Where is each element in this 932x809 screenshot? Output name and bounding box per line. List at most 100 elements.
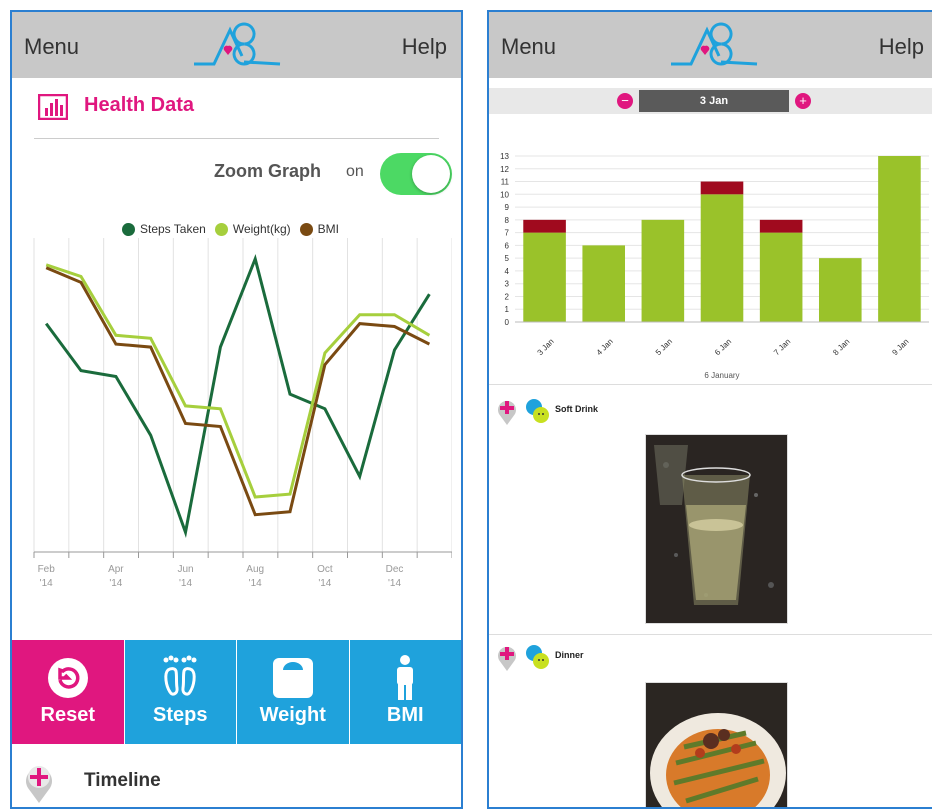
add-pin-icon — [26, 766, 52, 803]
y-tick-label: 5 — [505, 254, 510, 263]
menu-button[interactable]: Menu — [24, 34, 79, 60]
bar — [759, 232, 803, 322]
timeline-label: Timeline — [84, 770, 161, 791]
scale-icon — [272, 658, 313, 698]
divider — [489, 634, 932, 635]
x-tick-label: '14 — [318, 578, 331, 589]
add-pin-icon — [498, 646, 516, 671]
x-tick-label: Jun — [177, 564, 193, 575]
x-tick-label: '14 — [249, 578, 262, 589]
health-line-chart[interactable]: Feb '14 Apr '14 Jun '14 Aug '14 Oct '14 Dec '14 — [22, 238, 452, 602]
footprints-icon — [163, 655, 197, 696]
menu-button[interactable]: Menu — [501, 34, 556, 60]
mood-icon — [526, 399, 549, 423]
x-tick-label: '14 — [388, 578, 401, 589]
x-tick-label: '14 — [109, 578, 122, 589]
metric-button-bar: Reset Steps Weight BMI — [12, 640, 461, 744]
bar-overflow — [759, 219, 803, 233]
y-tick-label: 4 — [505, 267, 510, 276]
x-tick-label: 7 Jan — [772, 337, 792, 357]
divider — [489, 384, 932, 385]
legend-item-weight[interactable]: Weight(kg) — [214, 222, 291, 236]
date-navigator: − 3 Jan + — [489, 88, 932, 114]
add-pin-icon — [498, 400, 516, 425]
entry-label: Soft Drink — [555, 404, 599, 414]
bmi-button[interactable]: BMI — [349, 640, 461, 744]
chart-legend: Steps Taken Weight(kg) BMI — [122, 222, 348, 236]
left-phone-screen: Menu Help Health Data Zoom Graph on Step… — [10, 10, 463, 809]
x-tick-label: 3 Jan — [536, 337, 556, 357]
steps-label: Steps — [153, 704, 208, 726]
x-tick-label: Dec — [386, 564, 404, 575]
bar-overflow — [523, 219, 566, 233]
bmi-label: BMI — [386, 704, 424, 726]
x-tick-label: '14 — [40, 578, 53, 589]
x-tick-label: 6 Jan — [713, 337, 733, 357]
entry-label: Dinner — [555, 650, 584, 660]
weight-label: Weight — [259, 704, 326, 726]
mood-icon — [526, 645, 549, 669]
help-button[interactable]: Help — [879, 34, 924, 60]
timeline-row[interactable]: Timeline — [12, 744, 461, 807]
bar — [818, 258, 862, 322]
y-tick-label: 6 — [505, 241, 510, 250]
reset-icon — [47, 658, 88, 698]
bar — [582, 245, 626, 322]
divider — [34, 138, 439, 139]
y-tick-label: 7 — [505, 229, 510, 238]
next-date-button[interactable]: + — [795, 93, 811, 109]
y-tick-label: 2 — [505, 292, 510, 301]
toggle-knob — [412, 155, 450, 193]
x-tick-label: 4 Jan — [595, 337, 615, 357]
prev-date-button[interactable]: − — [617, 93, 633, 109]
x-tick-label: Apr — [108, 564, 124, 575]
legend-label: Weight(kg) — [232, 222, 291, 236]
legend-dot — [299, 222, 313, 236]
reset-label: Reset — [40, 704, 95, 726]
y-tick-label: 1 — [505, 305, 510, 314]
legend-dot — [122, 222, 135, 236]
weight-button[interactable]: Weight — [237, 640, 350, 744]
x-tick-label: '14 — [179, 578, 192, 589]
dinner-photo[interactable] — [645, 682, 788, 807]
legend-item-bmi[interactable]: BMI — [299, 222, 339, 236]
legend-label: BMI — [317, 222, 339, 236]
y-tick-label: 11 — [501, 178, 510, 187]
current-date: 3 Jan — [639, 90, 789, 112]
daily-bar-chart[interactable]: 0123456789101112133 Jan 4 Jan 5 Jan 6 Jan 7 … — [489, 132, 932, 382]
bar-chart-icon — [38, 94, 68, 120]
app-logo — [193, 22, 280, 66]
bar — [641, 219, 685, 322]
bar — [523, 232, 566, 322]
bar-overflow — [700, 181, 744, 195]
zoom-graph-toggle[interactable] — [380, 153, 452, 195]
soft-drink-photo[interactable] — [645, 434, 788, 624]
legend-item-steps[interactable]: Steps Taken — [122, 222, 206, 236]
person-icon — [397, 655, 414, 700]
steps-button[interactable]: Steps — [124, 640, 237, 744]
legend-label: Steps Taken — [140, 222, 206, 236]
y-tick-label: 13 — [500, 152, 509, 161]
top-bar: Menu Help — [489, 12, 932, 78]
y-tick-label: 12 — [500, 165, 509, 174]
y-tick-label: 9 — [505, 203, 510, 212]
meal-photo-image — [646, 683, 787, 807]
drink-photo-image — [646, 435, 787, 623]
bar — [878, 156, 921, 322]
zoom-state-label: on — [346, 163, 364, 180]
page-title: Health Data — [84, 94, 195, 116]
y-tick-label: 10 — [500, 190, 509, 199]
x-tick-label: Oct — [317, 564, 333, 575]
top-bar: Menu Help — [12, 12, 461, 78]
app-logo — [670, 22, 757, 66]
y-tick-label: 8 — [505, 216, 510, 225]
x-tick-label: 5 Jan — [654, 337, 674, 357]
reset-button[interactable]: Reset — [12, 640, 125, 744]
help-button[interactable]: Help — [402, 34, 447, 60]
x-tick-label: Feb — [38, 564, 56, 575]
bar — [700, 194, 744, 322]
x-tick-label: Aug — [246, 564, 264, 575]
x-tick-label: 9 Jan — [890, 337, 910, 357]
x-tick-label: 8 Jan — [831, 337, 851, 357]
right-phone-screen: Menu Help − 3 Jan + 0 1 2 3 4 5 6 7 8 9 10 11 12 13 3 … — [487, 10, 932, 809]
